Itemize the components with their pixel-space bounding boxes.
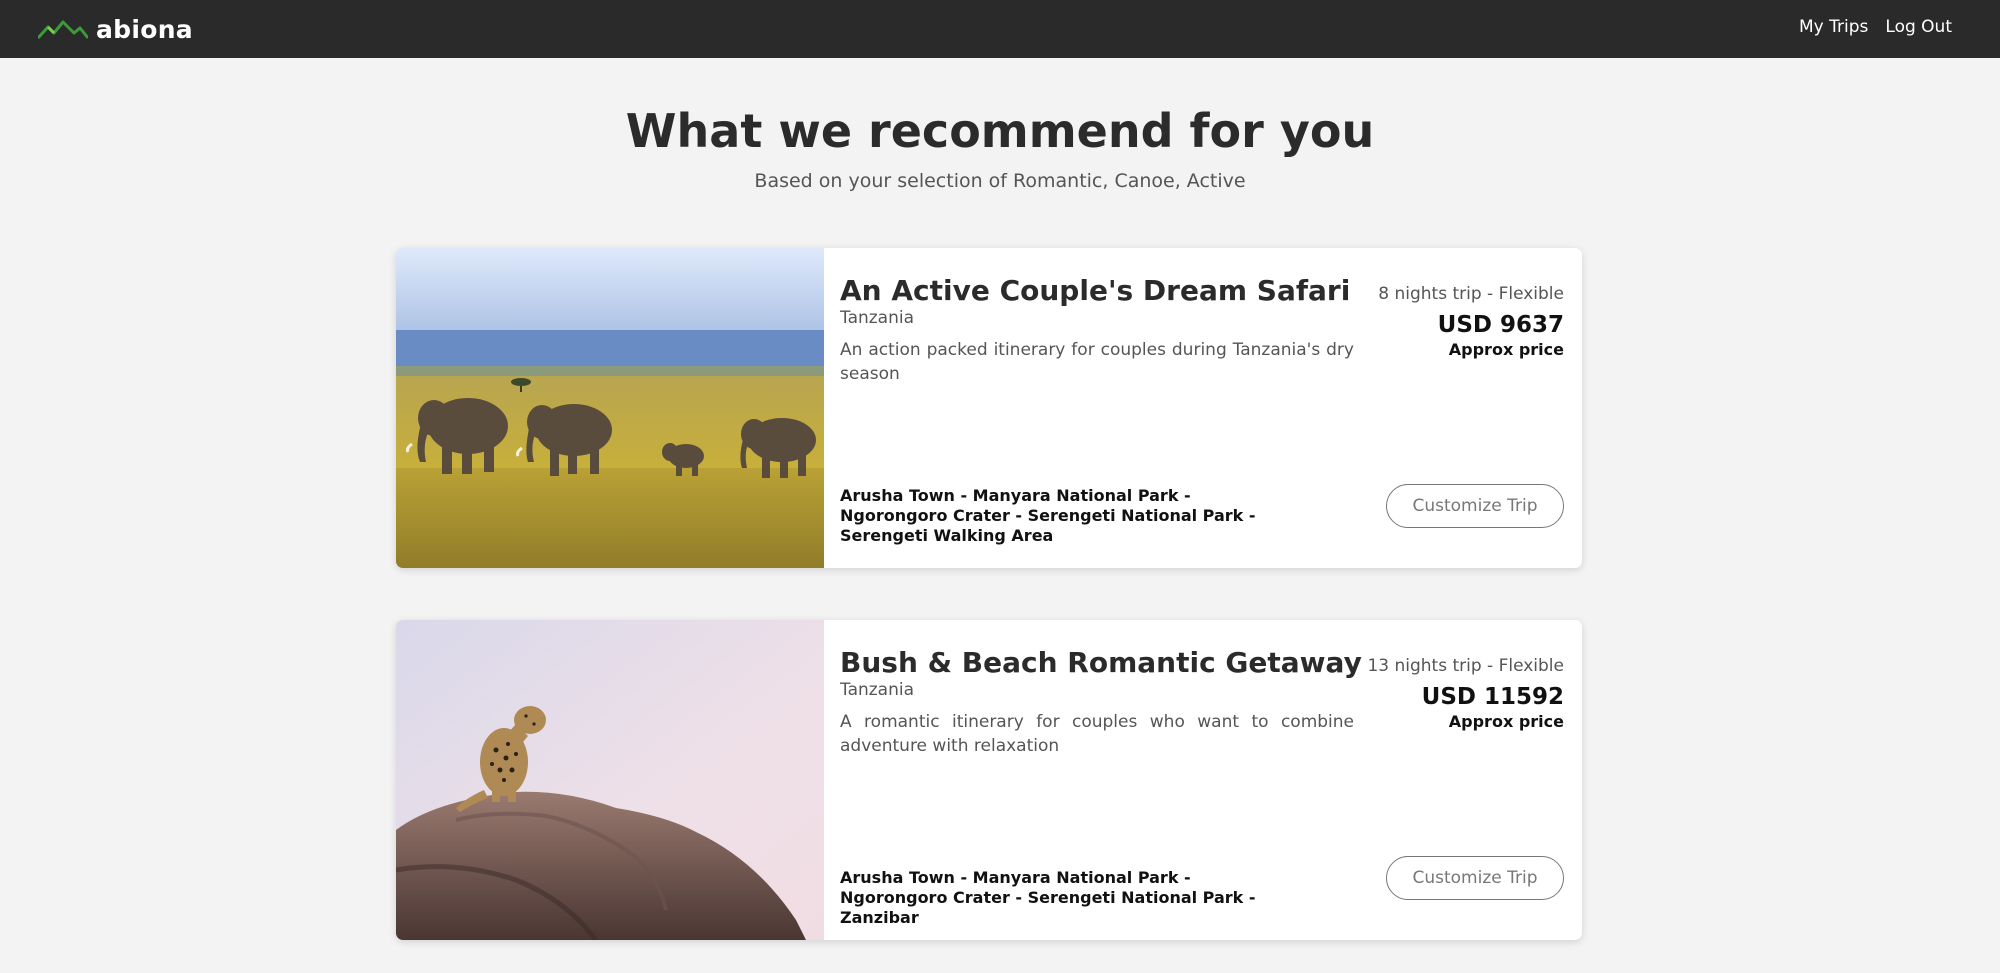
trip-duration: 13 nights trip - Flexible xyxy=(1367,656,1564,676)
customize-trip-button[interactable]: Customize Trip xyxy=(1386,856,1564,900)
trip-price-note: Approx price xyxy=(1448,712,1564,731)
trip-country: Tanzania xyxy=(840,680,915,700)
trip-route: Arusha Town - Manyara National Park - Ng… xyxy=(840,868,1256,927)
trip-price: USD 11592 xyxy=(1421,684,1564,710)
customize-trip-button[interactable]: Customize Trip xyxy=(1386,484,1564,528)
trip-country: Tanzania xyxy=(840,308,915,328)
trip-title[interactable]: Bush & Beach Romantic Getaway xyxy=(840,646,1362,679)
page-subtitle: Based on your selection of Romantic, Can… xyxy=(754,170,1246,192)
trip-description: A romantic itinerary for couples who wan… xyxy=(840,712,1354,756)
trip-card: An Active Couple's Dream Safari Tanzania… xyxy=(396,248,1582,568)
trip-title[interactable]: An Active Couple's Dream Safari xyxy=(840,274,1350,307)
trip-description: An action packed itinerary for couples d… xyxy=(840,340,1354,384)
trip-route: Arusha Town - Manyara National Park - Ng… xyxy=(840,486,1256,545)
trip-duration: 8 nights trip - Flexible xyxy=(1378,284,1564,304)
top-navbar: abiona My Trips Log Out xyxy=(0,0,2000,58)
page-title: What we recommend for you xyxy=(625,104,1375,158)
leopard-photo xyxy=(396,620,824,940)
trip-card: Bush & Beach Romantic Getaway Tanzania A… xyxy=(396,620,1582,940)
mountain-logo-icon xyxy=(38,19,88,39)
elephants-photo xyxy=(396,248,824,568)
trip-price-note: Approx price xyxy=(1448,340,1564,359)
log-out-link[interactable]: Log Out xyxy=(1885,17,1952,37)
top-nav-links: My Trips Log Out xyxy=(1799,17,1952,37)
brand-name: abiona xyxy=(96,14,193,44)
trip-price: USD 9637 xyxy=(1437,312,1564,338)
my-trips-link[interactable]: My Trips xyxy=(1799,17,1868,37)
brand-logo[interactable]: abiona xyxy=(38,12,193,46)
